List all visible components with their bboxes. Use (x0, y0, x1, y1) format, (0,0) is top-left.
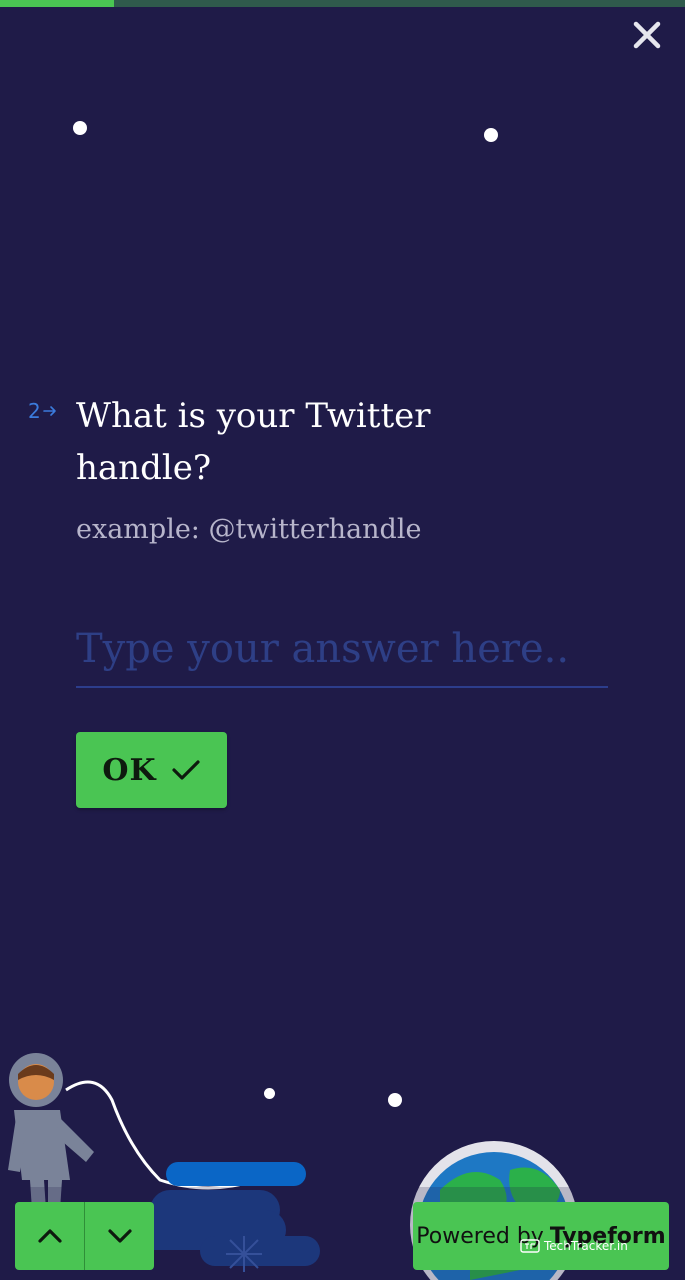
typeform-page: 2 What is your Twitter handle? example: … (0, 0, 685, 1280)
close-button[interactable] (628, 16, 666, 54)
watermark-logo-icon (520, 1239, 540, 1253)
ok-button-label: OK (102, 752, 157, 788)
chevron-up-icon (37, 1229, 62, 1243)
checkmark-icon (172, 760, 200, 780)
question-description: example: @twitterhandle (76, 514, 422, 545)
close-icon (633, 21, 661, 49)
navigation-buttons (15, 1202, 154, 1270)
progress-bar (0, 0, 685, 7)
astronaut-illustration (8, 1053, 283, 1210)
answer-input[interactable] (76, 612, 608, 688)
question-title: What is your Twitter handle? (76, 396, 431, 488)
arrow-right-icon (42, 406, 56, 416)
powered-by-typeform-button[interactable]: Powered by Typeform (413, 1202, 669, 1270)
next-question-button[interactable] (85, 1202, 154, 1270)
watermark-text: TechTracker.in (544, 1239, 628, 1253)
ok-button[interactable]: OK (76, 732, 227, 808)
previous-question-button[interactable] (15, 1202, 84, 1270)
chevron-down-icon (107, 1229, 132, 1243)
star-decoration (484, 128, 498, 142)
question-number-label: 2 (28, 399, 41, 423)
progress-bar-fill (0, 0, 115, 7)
watermark: TechTracker.in (520, 1238, 660, 1254)
question-number: 2 (28, 399, 57, 423)
star-decoration (73, 121, 87, 135)
